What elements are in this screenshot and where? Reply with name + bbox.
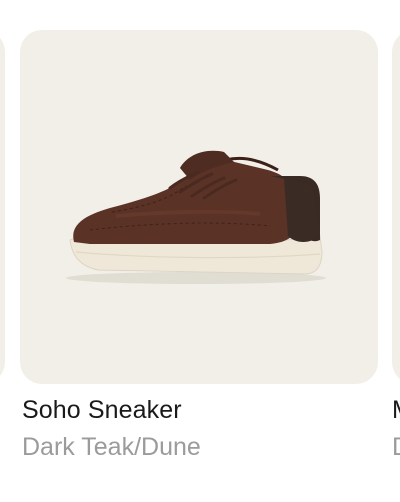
product-carousel: Soho Sneaker Dark Teak/Dune M D [0,0,400,502]
product-color: Dark Teak/Dune [22,433,201,461]
product-image[interactable] [20,30,378,384]
product-name[interactable]: Soho Sneaker [22,396,182,425]
next-product-color: D [392,433,400,462]
previous-product-card[interactable] [0,30,5,384]
next-product-name[interactable]: M [392,396,400,425]
sneaker-icon [66,150,326,284]
product-card[interactable]: Soho Sneaker Dark Teak/Dune [20,0,378,502]
next-product-card[interactable] [392,30,400,384]
